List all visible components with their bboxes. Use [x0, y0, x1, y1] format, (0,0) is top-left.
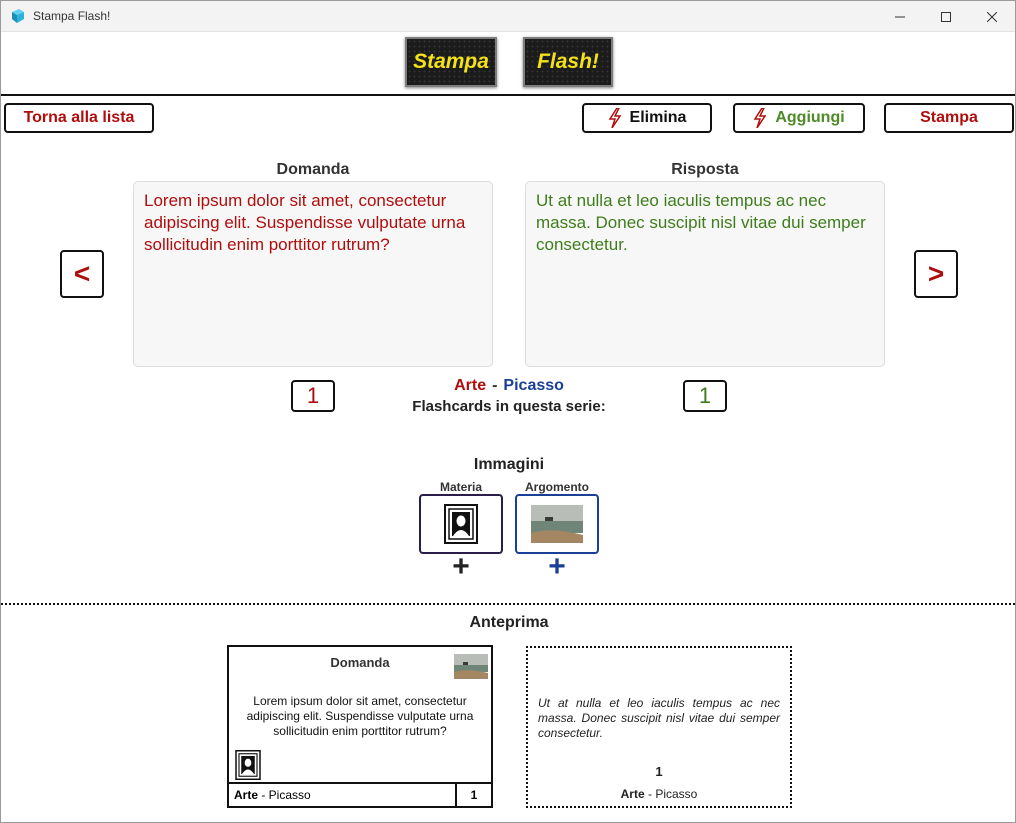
portrait-frame-icon [235, 750, 261, 780]
add-button[interactable]: Aggiungi [733, 103, 865, 133]
window-title: Stampa Flash! [33, 9, 111, 23]
preview-divider [1, 603, 1015, 605]
portrait-frame-icon [444, 504, 478, 544]
preview-front-card: Domanda Lorem ipsum dolor sit amet, cons… [227, 645, 493, 808]
preview-front-number: 1 [455, 784, 491, 806]
preview-heading: Anteprima [469, 614, 549, 631]
preview-front-series: Arte - Picasso [234, 788, 311, 802]
lightning-icon [753, 108, 767, 128]
series-name: Arte - Picasso [351, 377, 667, 395]
preview-front-heading: Domanda [330, 655, 390, 670]
logo-flash: Flash! [523, 37, 613, 87]
preview-front-text: Lorem ipsum dolor sit amet, consectetur … [246, 694, 474, 738]
series-subject: Arte [454, 377, 487, 394]
minimize-button[interactable] [877, 1, 923, 32]
preview-back-text: Ut at nulla et leo iaculis tempus ac nec… [538, 696, 780, 740]
add-label: Aggiungi [775, 109, 845, 126]
minimize-icon [895, 16, 905, 17]
answer-heading: Risposta [671, 161, 739, 178]
delete-button[interactable]: Elimina [582, 103, 712, 133]
preview-back-card: Ut at nulla et leo iaculis tempus ac nec… [526, 646, 792, 808]
add-subject-image-button[interactable]: + [419, 552, 503, 582]
print-button[interactable]: Stampa [884, 103, 1014, 133]
preview-back-number: 1 [655, 764, 663, 779]
back-to-list-button[interactable]: Torna alla lista [4, 103, 154, 133]
maximize-button[interactable] [923, 1, 969, 32]
topic-image-slot[interactable] [515, 494, 599, 554]
preview-front-topic: - Picasso [258, 788, 311, 802]
print-label: Stampa [920, 109, 978, 126]
back-to-list-label: Torna alla lista [23, 109, 135, 126]
preview-back-series: Arte - Picasso [528, 787, 790, 801]
header-divider [1, 94, 1015, 96]
answer-textarea[interactable]: Ut at nulla et leo iaculis tempus ac nec… [525, 181, 885, 367]
title-bar: Stampa Flash! [1, 1, 1015, 32]
series-topic: Picasso [503, 377, 564, 394]
logo-stampa: Stampa [405, 37, 497, 87]
series-separator: - [492, 377, 498, 394]
question-counter: 1 [291, 380, 335, 412]
answer-counter: 1 [683, 380, 727, 412]
topic-image-label: Argomento [525, 480, 589, 494]
landscape-photo-icon [531, 505, 583, 543]
add-topic-image-button[interactable]: + [515, 552, 599, 582]
preview-front-footer: Arte - Picasso 1 [229, 782, 491, 806]
previous-card-button[interactable]: < [60, 250, 104, 298]
preview-back-topic: - Picasso [644, 787, 698, 801]
maximize-icon [941, 11, 951, 22]
close-icon [987, 11, 997, 22]
close-button[interactable] [969, 1, 1015, 32]
subject-image-label: Materia [439, 480, 483, 494]
next-card-button[interactable]: > [914, 250, 958, 298]
images-heading: Immagini [473, 456, 545, 473]
series-count-label: Flashcards in questa serie: [412, 398, 606, 415]
subject-image-slot[interactable] [419, 494, 503, 554]
delete-label: Elimina [629, 109, 687, 126]
question-heading: Domanda [276, 161, 350, 178]
preview-back-subject: Arte [620, 787, 645, 801]
preview-front-subject: Arte [234, 788, 259, 802]
question-textarea[interactable]: Lorem ipsum dolor sit amet, consectetur … [133, 181, 493, 367]
landscape-photo-icon [454, 654, 488, 679]
app-icon [12, 9, 24, 23]
lightning-icon [608, 108, 621, 128]
